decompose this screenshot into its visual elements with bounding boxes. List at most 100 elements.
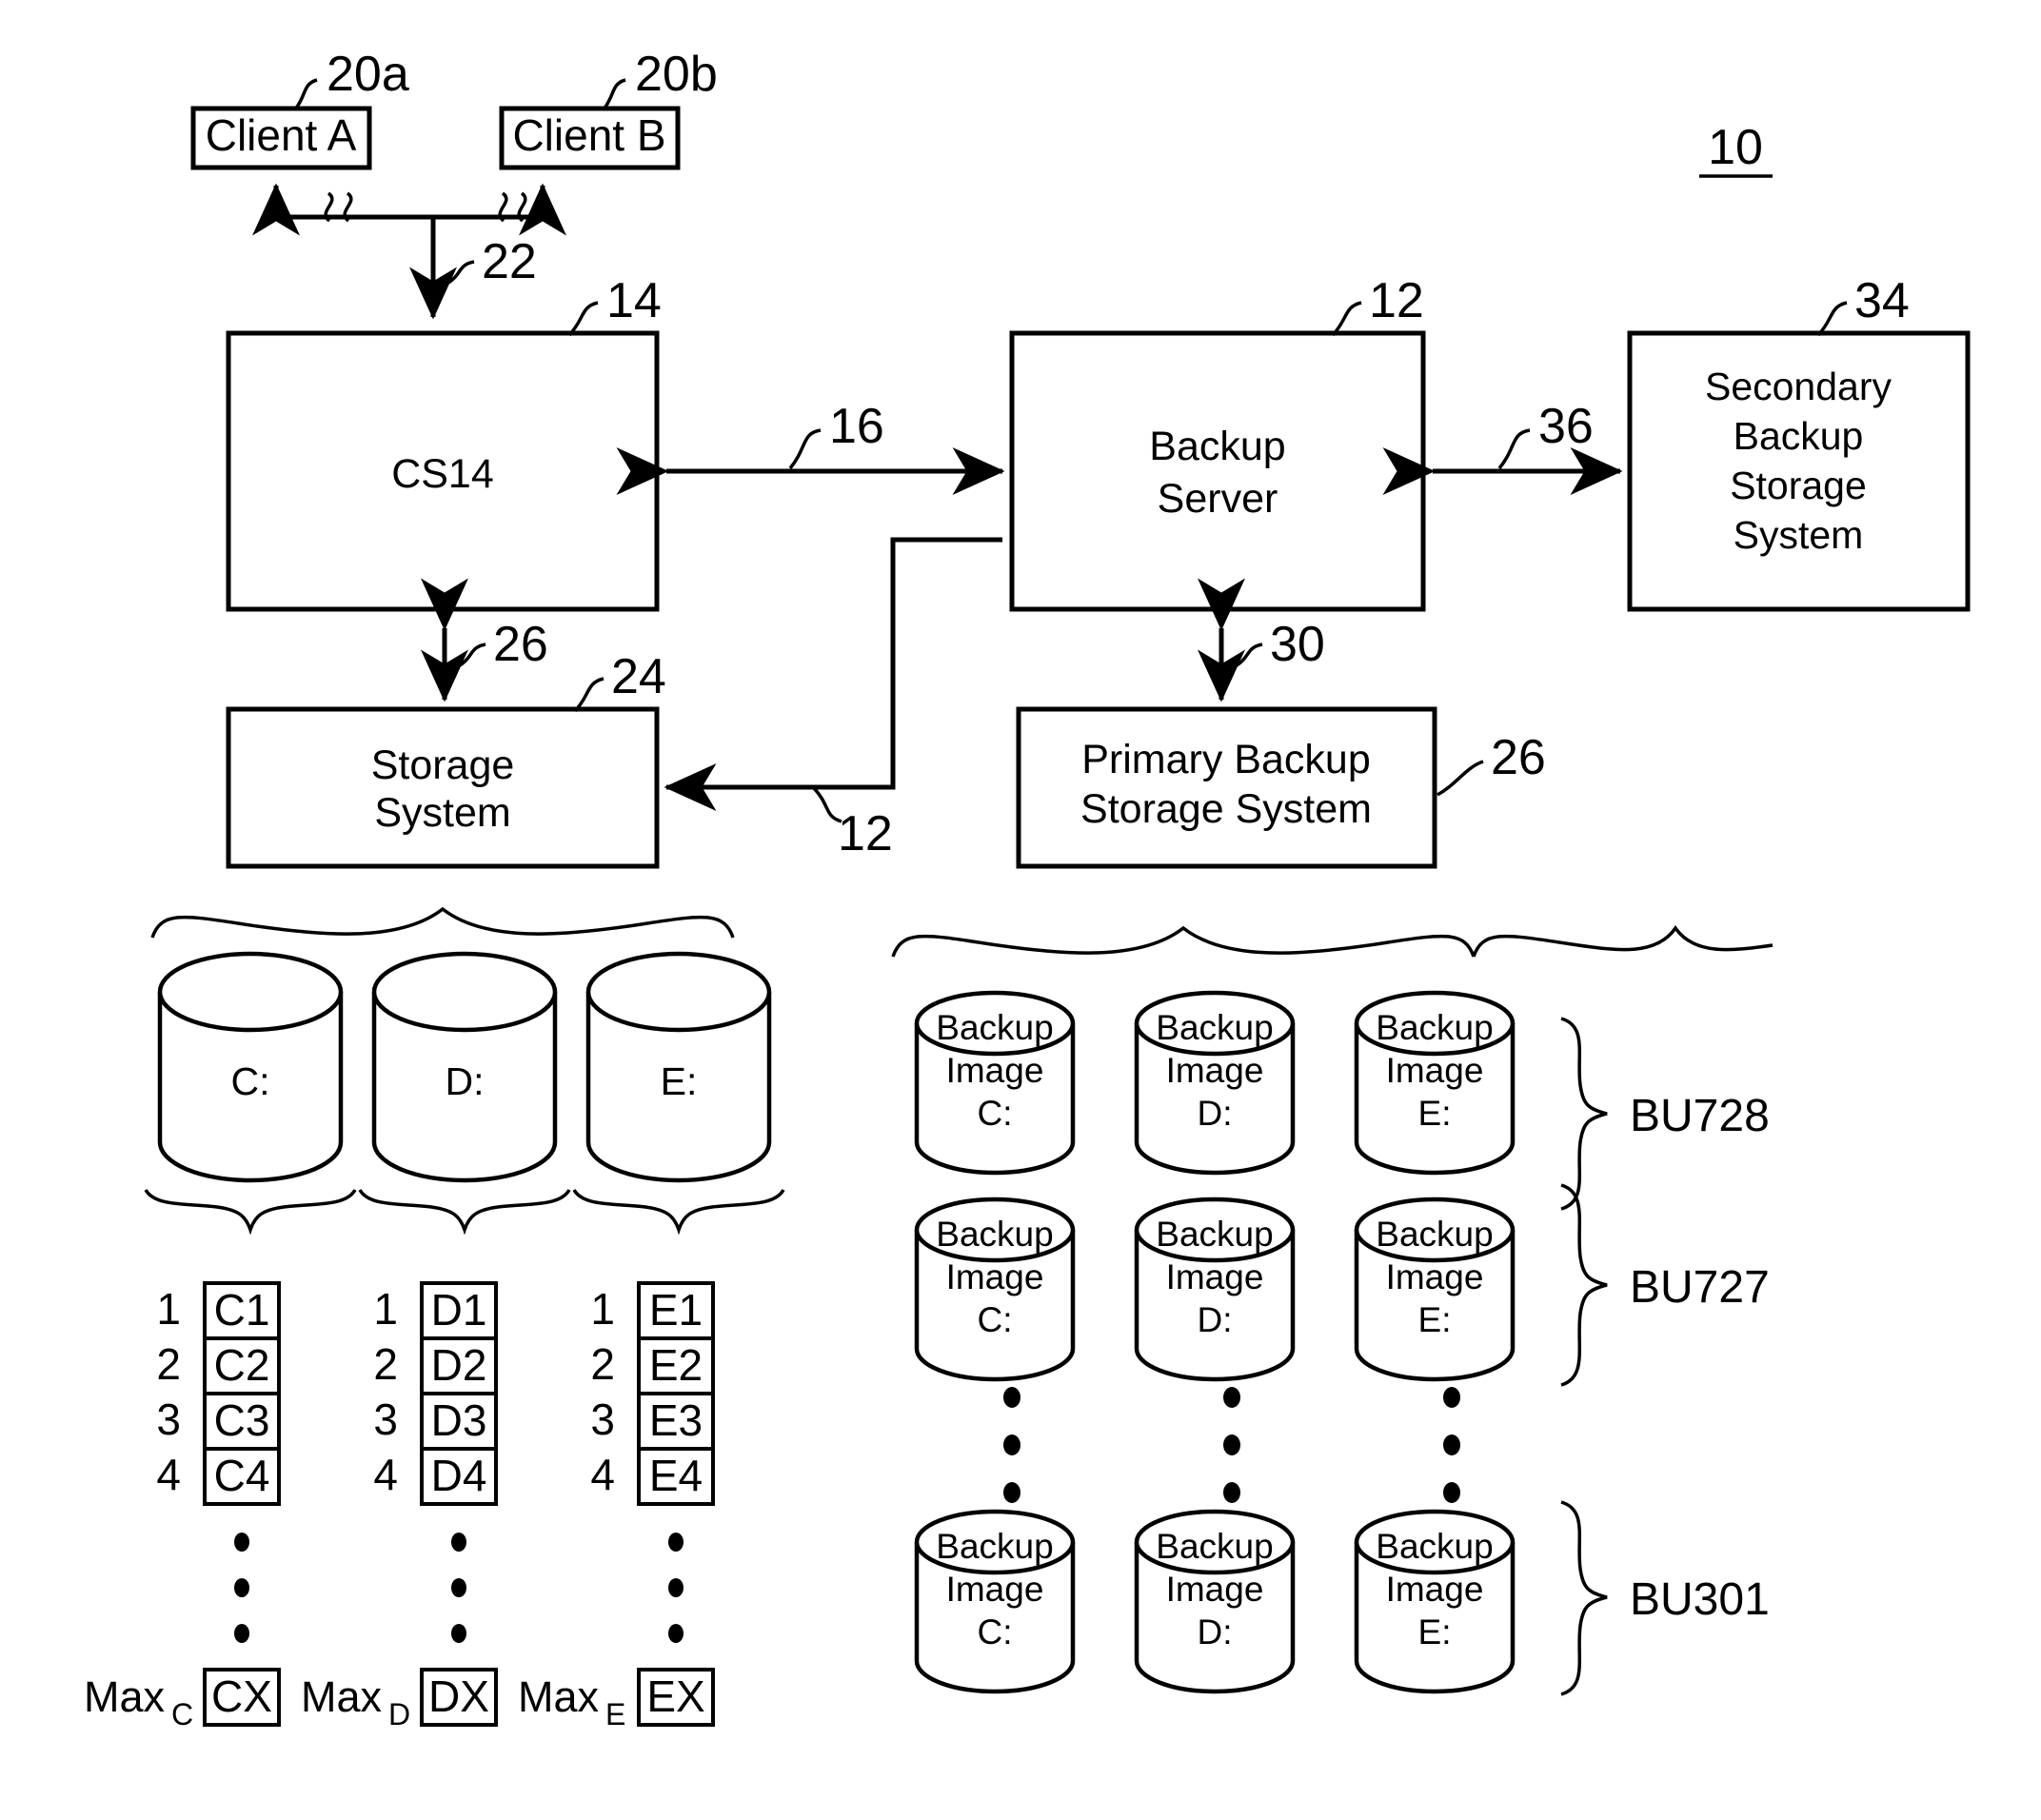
block-table-d: 1 2 3 4 D1 D2 D3 D4 (373, 1281, 498, 1643)
secondary-backup-label-4: System (1734, 513, 1864, 557)
max-block-e: EX (646, 1672, 704, 1721)
backup-image-cylinder-bu301-c[interactable]: Backup Image C: (914, 1509, 1076, 1694)
block-name-e-3: E3 (649, 1395, 703, 1445)
max-label-d: Max (301, 1672, 383, 1721)
backup-set-label-bu301: BU301 (1630, 1574, 1770, 1625)
backup-image-bu727-c-line1: Backup (936, 1215, 1053, 1254)
link-36: 36 (1382, 399, 1623, 495)
volume-cylinder-c[interactable]: C: (157, 951, 344, 1183)
backup-set-brace-bu301: BU301 (1560, 1500, 1770, 1696)
block-index-c-2: 2 (156, 1339, 181, 1389)
volume-cylinder-e[interactable]: E: (585, 951, 772, 1183)
backup-server-ref-label: 12 (1369, 273, 1424, 328)
backup-image-bu728-c-line3: C: (978, 1094, 1013, 1133)
backup-image-bu728-e-line3: E: (1418, 1094, 1452, 1133)
primary-backup-ref-label: 26 (1491, 730, 1546, 785)
volume-label-e: E: (661, 1059, 698, 1103)
figure-ref-10: 10 (1699, 120, 1773, 178)
backup-image-bu727-e-line3: E: (1418, 1300, 1452, 1339)
backup-image-cylinder-bu727-e[interactable]: Backup Image E: (1354, 1197, 1516, 1382)
storage-volumes-brace (150, 906, 735, 939)
backup-image-cylinder-bu727-d[interactable]: Backup Image D: (1134, 1197, 1296, 1382)
backup-image-cylinder-bu301-d[interactable]: Backup Image D: (1134, 1509, 1296, 1694)
link-16-label: 16 (829, 399, 884, 454)
backup-image-bu728-d-line3: D: (1198, 1094, 1233, 1133)
backup-set-label-bu727: BU727 (1630, 1262, 1770, 1313)
block-name-c-3: C3 (214, 1395, 270, 1445)
block-table-c: 1 2 3 4 C1 C2 C3 C4 (156, 1281, 281, 1643)
secondary-backup-node[interactable]: Secondary Backup Storage System (1627, 330, 1971, 612)
backup-set-label-bu728: BU728 (1630, 1091, 1770, 1141)
block-index-e-4: 4 (590, 1450, 615, 1499)
block-index-c-3: 3 (156, 1395, 181, 1444)
block-name-e-2: E2 (649, 1340, 703, 1390)
block-index-e-2: 2 (590, 1339, 615, 1389)
backup-image-bu727-d-line2: Image (1166, 1257, 1264, 1296)
link-26-cs14-storage: 26 (421, 578, 548, 702)
volume-cylinder-d[interactable]: D: (371, 951, 558, 1183)
storage-system-label-2: System (374, 790, 510, 836)
block-name-e-1: E1 (649, 1285, 703, 1335)
backup-image-bu301-e-line2: Image (1386, 1570, 1484, 1609)
backup-image-bu727-c-line2: Image (946, 1257, 1044, 1296)
max-block-d: DX (428, 1672, 489, 1721)
block-index-e-1: 1 (590, 1284, 615, 1334)
client-a-node[interactable]: Client A (190, 106, 372, 170)
block-index-d-3: 3 (373, 1395, 398, 1444)
max-row-d: Max D DX (301, 1668, 498, 1731)
block-name-c-1: C1 (214, 1285, 270, 1335)
client-b-node[interactable]: Client B (499, 106, 681, 170)
secondary-backup-label-1: Secondary (1705, 365, 1892, 408)
block-index-c-1: 1 (156, 1284, 181, 1334)
backup-image-cylinder-bu727-c[interactable]: Backup Image C: (914, 1197, 1076, 1382)
block-index-c-4: 4 (156, 1450, 181, 1499)
figure-ref-10-label: 10 (1708, 120, 1763, 175)
link-16: 16 (616, 399, 1005, 495)
primary-backup-node[interactable]: Primary Backup Storage System (1016, 706, 1437, 869)
storage-system-ref-label: 24 (611, 649, 666, 704)
backup-image-cylinder-bu728-d[interactable]: Backup Image D: (1134, 990, 1296, 1176)
client-a-label: Client A (206, 110, 357, 160)
backup-server-ref-leader: 12 (1331, 273, 1424, 337)
backup-image-bu728-e-line2: Image (1386, 1051, 1484, 1090)
block-index-d-2: 2 (373, 1339, 398, 1389)
block-index-d-4: 4 (373, 1450, 398, 1499)
backup-images-brace-right (1472, 924, 1773, 958)
secondary-backup-ref-label: 34 (1854, 273, 1910, 328)
backup-image-bu727-d-line1: Backup (1156, 1215, 1273, 1254)
network-ref-leader: 22 (443, 234, 537, 289)
diagram-canvas: 10 Client A 20a Client B 20b 22 CS14 14 … (84, 47, 1971, 1731)
backup-image-bu301-c-line3: C: (978, 1612, 1013, 1652)
volume-brace-c (144, 1188, 357, 1236)
backup-image-bu301-d-line1: Backup (1156, 1527, 1273, 1566)
max-label-e: Max (518, 1672, 600, 1721)
secondary-backup-ref-leader: 34 (1816, 273, 1910, 337)
cs14-node[interactable]: CS14 (226, 330, 660, 612)
primary-backup-label-2: Storage System (1080, 786, 1372, 832)
max-sub-c: C (171, 1697, 193, 1731)
backup-image-bu728-c-line2: Image (946, 1051, 1044, 1090)
backup-image-bu301-e-line1: Backup (1376, 1527, 1493, 1566)
backup-rows-ellipsis (1003, 1387, 1460, 1503)
volume-label-c: C: (231, 1059, 270, 1103)
volume-brace-e (572, 1188, 785, 1236)
volume-label-d: D: (446, 1059, 485, 1103)
storage-system-node[interactable]: Storage System (226, 706, 660, 869)
backup-set-brace-bu728: BU728 (1560, 1017, 1770, 1211)
backup-image-bu301-c-line1: Backup (936, 1527, 1053, 1566)
backup-server-node[interactable]: Backup Server (1009, 330, 1426, 612)
backup-set-brace-bu727: BU727 (1560, 1183, 1770, 1387)
link-26-label: 26 (493, 617, 548, 672)
link-12-label: 12 (838, 806, 893, 861)
network-ref-label: 22 (482, 234, 537, 289)
backup-image-bu727-d-line3: D: (1198, 1300, 1233, 1339)
backup-image-cylinder-bu728-c[interactable]: Backup Image C: (914, 990, 1076, 1176)
block-table-e: 1 2 3 4 E1 E2 E3 E4 (590, 1281, 715, 1643)
block-index-e-3: 3 (590, 1395, 615, 1444)
primary-backup-ref-leader: 26 (1437, 730, 1546, 797)
backup-image-cylinder-bu728-e[interactable]: Backup Image E: (1354, 990, 1516, 1176)
backup-image-cylinder-bu301-e[interactable]: Backup Image E: (1354, 1509, 1516, 1694)
backup-image-bu301-e-line3: E: (1418, 1612, 1452, 1652)
storage-system-ref-leader: 24 (573, 649, 666, 713)
client-a-ref-leader: 20a (293, 47, 409, 111)
